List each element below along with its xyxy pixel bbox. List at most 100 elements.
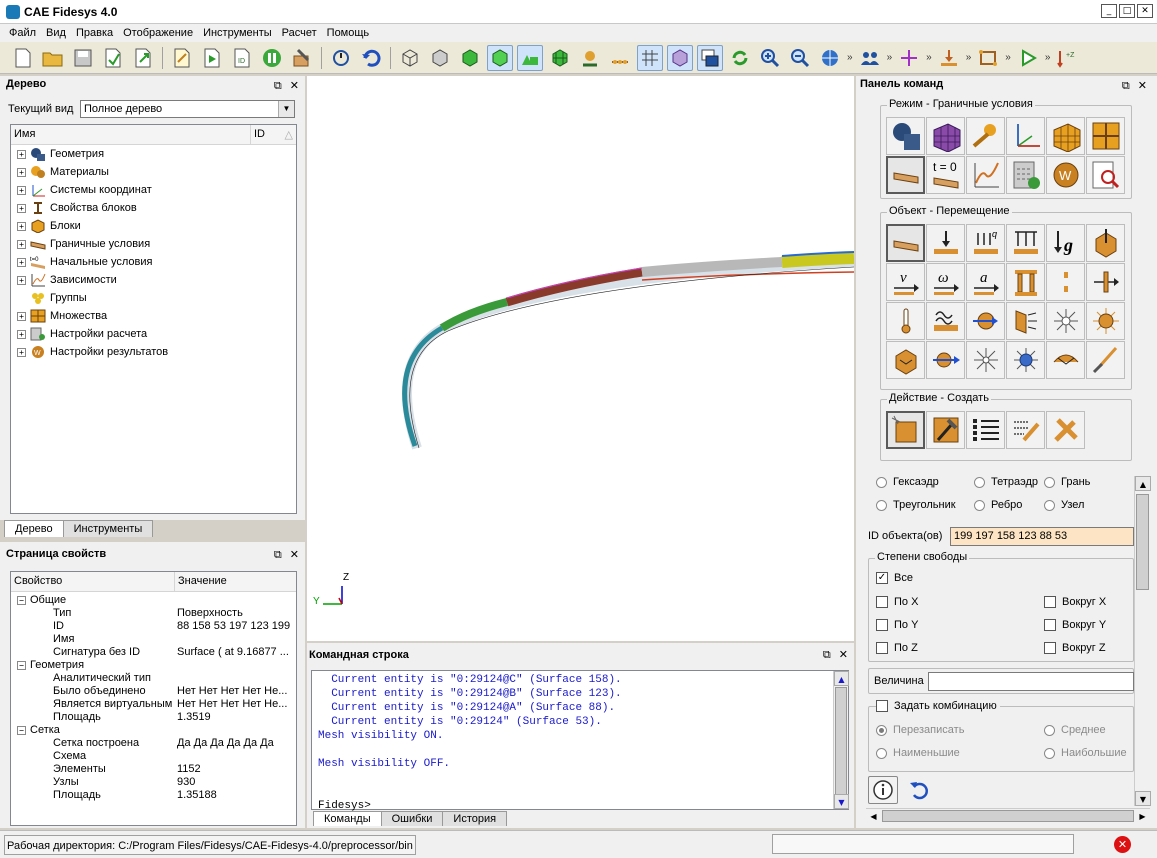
hidden-line-icon[interactable] xyxy=(427,45,453,71)
property-row[interactable]: Элементы 1152 xyxy=(11,763,296,776)
radiation-surface-icon[interactable] xyxy=(1006,302,1045,340)
tab-history[interactable]: История xyxy=(442,811,508,826)
scroll-up-icon[interactable]: ▲ xyxy=(1135,476,1151,491)
reset-button[interactable] xyxy=(904,776,934,804)
gravity-icon[interactable]: g xyxy=(1046,224,1085,262)
tree-item[interactable]: + Граничные условия xyxy=(11,235,296,253)
dof-rx-checkbox[interactable]: Вокруг X xyxy=(1044,596,1106,608)
collapse-icon[interactable]: − xyxy=(17,725,26,735)
property-row[interactable]: Узлы 930 xyxy=(11,776,296,789)
expand-icon[interactable]: + xyxy=(17,311,26,321)
mode-initial-conditions-icon[interactable]: t = 0 xyxy=(926,156,965,194)
radio-average[interactable]: Среднее xyxy=(1044,724,1106,736)
tab-tree[interactable]: Дерево xyxy=(4,520,64,537)
scroll-thumb[interactable] xyxy=(835,687,847,795)
model-tree[interactable]: Имя ID △ + Геометрия + Материалы + Системы коо… xyxy=(10,124,297,514)
maximize-button[interactable]: □ xyxy=(1119,4,1135,18)
mode-results-icon[interactable]: W xyxy=(1046,156,1085,194)
radio-tet[interactable]: Тетраэдр xyxy=(974,476,1038,488)
open-folder-icon[interactable] xyxy=(40,45,66,71)
view-select[interactable]: Полное дерево ▼ xyxy=(80,100,295,118)
tree-item[interactable]: + W Настройки результатов xyxy=(11,343,296,361)
menu-help[interactable]: Помощь xyxy=(322,27,375,39)
close-panel-icon[interactable]: ✕ xyxy=(839,648,848,662)
distributed-force-icon[interactable] xyxy=(1006,224,1045,262)
mesh-display-icon[interactable] xyxy=(547,45,573,71)
save-icon[interactable] xyxy=(70,45,96,71)
scroll-down-icon[interactable]: ▼ xyxy=(1135,791,1151,806)
scroll-thumb[interactable] xyxy=(1136,494,1149,590)
contact-icon[interactable] xyxy=(1046,341,1085,379)
mode-boundary-conditions-icon[interactable] xyxy=(886,156,925,194)
property-row[interactable]: Площадь 1.3519 xyxy=(11,711,296,724)
property-row[interactable]: ID 88 158 53 197 123 199 xyxy=(11,620,296,633)
dof-x-checkbox[interactable]: По X xyxy=(876,596,918,608)
heat-flux-icon[interactable] xyxy=(966,302,1005,340)
col-name-header[interactable]: Имя xyxy=(11,125,251,144)
expand-icon[interactable]: + xyxy=(17,257,26,267)
reset-view-icon[interactable] xyxy=(328,45,354,71)
node-display-icon[interactable] xyxy=(577,45,603,71)
acceleration-icon[interactable]: a xyxy=(966,263,1005,301)
model-render[interactable]: Z Y xyxy=(307,76,855,641)
heat-source-icon[interactable] xyxy=(1086,302,1125,340)
geometry-display-icon[interactable] xyxy=(517,44,543,71)
mode-calc-settings-icon[interactable] xyxy=(1006,156,1045,194)
expand-icon[interactable]: + xyxy=(17,185,26,195)
tree-item[interactable]: + Зависимости xyxy=(11,271,296,289)
toolbar-overflow-3[interactable]: » xyxy=(924,52,934,63)
expand-icon[interactable]: + xyxy=(17,347,26,357)
hscroll-thumb[interactable] xyxy=(882,810,1134,822)
users-icon[interactable] xyxy=(857,45,883,71)
expand-icon[interactable]: + xyxy=(17,167,26,177)
spring-icon[interactable] xyxy=(1086,263,1125,301)
radio-face[interactable]: Грань xyxy=(1044,476,1090,488)
crosshair-icon[interactable] xyxy=(896,45,922,71)
tab-tools[interactable]: Инструменты xyxy=(62,520,154,537)
new-file-icon[interactable] xyxy=(10,45,36,71)
float-icon[interactable]: ⧉ xyxy=(274,548,282,562)
scroll-right-icon[interactable]: ▶ xyxy=(1135,809,1150,824)
expand-icon[interactable]: + xyxy=(17,329,26,339)
mode-postprocessing-icon[interactable] xyxy=(1086,156,1125,194)
tree-item[interactable]: Группы xyxy=(11,289,296,307)
radio-min[interactable]: Наименьшие xyxy=(876,747,960,759)
tree-item[interactable]: + Блоки xyxy=(11,217,296,235)
combo-checkbox[interactable]: Задать комбинацию xyxy=(876,700,1000,712)
cmd-scrollbar[interactable]: ▲ ▼ xyxy=(833,671,849,809)
collapse-icon[interactable]: − xyxy=(17,595,26,605)
volume-heat-icon[interactable] xyxy=(886,341,925,379)
radio-tri[interactable]: Треугольник xyxy=(876,499,956,511)
zoom-out-icon[interactable] xyxy=(787,45,813,71)
property-row[interactable]: Схема xyxy=(11,750,296,763)
points-icon[interactable] xyxy=(607,45,633,71)
dof-z-checkbox[interactable]: По Z xyxy=(876,642,918,654)
property-row[interactable]: Аналитический тип xyxy=(11,672,296,685)
float-icon[interactable]: ⧉ xyxy=(823,648,831,662)
toolbar-overflow-2[interactable]: » xyxy=(885,52,895,63)
expand-icon[interactable]: + xyxy=(17,221,26,231)
command-panel-vscroll[interactable]: ▲ ▼ xyxy=(1134,476,1151,806)
list-icon[interactable] xyxy=(966,411,1005,449)
toolbar-overflow-1[interactable]: » xyxy=(845,52,855,63)
radio-node[interactable]: Узел xyxy=(1044,499,1084,511)
expand-icon[interactable]: + xyxy=(17,203,26,213)
angular-velocity-icon[interactable]: ω xyxy=(926,263,965,301)
tree-item[interactable]: + Геометрия xyxy=(11,145,296,163)
zoom-in-icon[interactable] xyxy=(757,45,783,71)
mode-blocks-icon[interactable] xyxy=(1046,117,1085,155)
col-value-header[interactable]: Значение xyxy=(175,572,230,591)
col-property-header[interactable]: Свойство xyxy=(11,572,175,591)
pressure-icon[interactable]: q xyxy=(966,224,1005,262)
tree-item[interactable]: + Системы координат xyxy=(11,181,296,199)
mode-materials-icon[interactable] xyxy=(966,117,1005,155)
shaded-icon[interactable] xyxy=(457,45,483,71)
undo-icon[interactable] xyxy=(358,45,384,71)
property-group[interactable]: − Общие xyxy=(11,594,296,607)
close-panel-icon[interactable]: ✕ xyxy=(290,79,299,93)
chevron-down-icon[interactable]: ▼ xyxy=(278,101,294,117)
dof-ry-checkbox[interactable]: Вокруг Y xyxy=(1044,619,1106,631)
emission-icon[interactable] xyxy=(966,341,1005,379)
property-group[interactable]: − Геометрия xyxy=(11,659,296,672)
property-row[interactable]: Сетка построена Да Да Да Да Да Да xyxy=(11,737,296,750)
